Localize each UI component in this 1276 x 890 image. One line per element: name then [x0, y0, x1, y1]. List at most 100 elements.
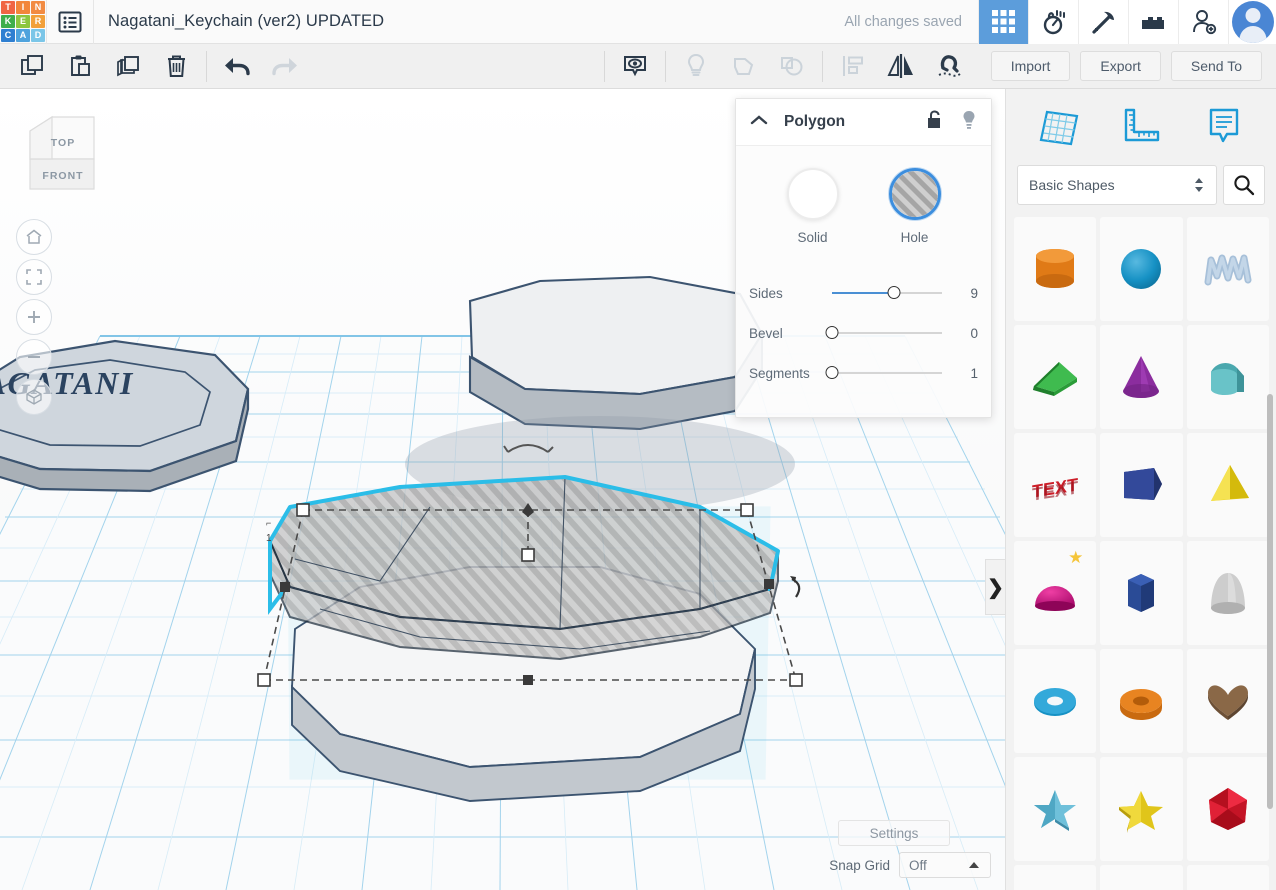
- document-list-icon[interactable]: [47, 0, 93, 44]
- segments-slider-track[interactable]: [832, 372, 942, 374]
- edge-handle: [764, 579, 774, 589]
- toolbar-mid-group: [598, 44, 973, 89]
- visibility-button[interactable]: [611, 44, 659, 89]
- copy-button[interactable]: [8, 44, 56, 89]
- workplane-tool[interactable]: [1028, 99, 1088, 155]
- unlock-icon[interactable]: [927, 110, 943, 134]
- tinkercad-logo[interactable]: T I N K E R C A D: [0, 0, 46, 44]
- upper-polygon-object: [470, 277, 762, 429]
- segments-slider-row: Segments 1: [736, 353, 991, 393]
- align-button: [829, 44, 877, 89]
- perspective-toggle-button[interactable]: [16, 379, 52, 415]
- solid-swatch[interactable]: [787, 168, 839, 220]
- shape-library-grid[interactable]: TEXT TEXT ★: [1006, 217, 1276, 890]
- shape-tile-tube[interactable]: [1100, 649, 1182, 753]
- import-button[interactable]: Import: [991, 51, 1071, 81]
- resize-handle: [297, 504, 309, 516]
- duplicate-button[interactable]: [104, 44, 152, 89]
- shape-tile-roof[interactable]: [1187, 325, 1269, 429]
- shape-tile-star-flat[interactable]: [1100, 757, 1182, 861]
- caret-up-icon: [969, 862, 979, 868]
- panel-collapse-button[interactable]: ❯: [985, 559, 1005, 615]
- user-menu-button[interactable]: [1228, 0, 1276, 44]
- shape-category-select[interactable]: Basic Shapes: [1017, 165, 1217, 205]
- view-cube[interactable]: TOP FRONT: [22, 109, 102, 199]
- sides-slider-knob[interactable]: [887, 286, 900, 299]
- search-button[interactable]: [1223, 165, 1265, 205]
- shape-tile-box-arrow[interactable]: [1100, 433, 1182, 537]
- segments-slider-knob[interactable]: [826, 366, 839, 379]
- sidebar-tools: [1006, 89, 1276, 165]
- logo-letter: D: [31, 29, 45, 42]
- shape-tile-cone[interactable]: [1100, 325, 1182, 429]
- snap-grid-value: Off: [909, 858, 927, 873]
- undo-button[interactable]: [213, 44, 261, 89]
- resize-handle: [790, 674, 802, 686]
- chevron-up-icon[interactable]: [750, 113, 768, 131]
- shape-tile-torus-brown[interactable]: [1014, 865, 1096, 890]
- sides-value[interactable]: 9: [948, 286, 978, 301]
- lightbulb-icon[interactable]: [961, 110, 977, 135]
- hole-swatch[interactable]: [889, 168, 941, 220]
- sides-slider-track[interactable]: [832, 292, 942, 294]
- redo-button: [261, 44, 309, 89]
- avatar[interactable]: [1232, 1, 1274, 43]
- ruler-tool[interactable]: [1111, 99, 1171, 155]
- shape-tile-heart[interactable]: [1187, 649, 1269, 753]
- fit-view-button[interactable]: [16, 259, 52, 295]
- shape-tile-cylinder[interactable]: [1014, 217, 1096, 321]
- delete-button[interactable]: [152, 44, 200, 89]
- toolbar-divider: [604, 51, 605, 82]
- segments-value[interactable]: 1: [948, 366, 978, 381]
- resize-handle: [258, 674, 270, 686]
- document-title[interactable]: Nagatani_Keychain (ver2) UPDATED: [108, 12, 384, 31]
- shape-tile-text[interactable]: TEXT TEXT: [1014, 433, 1096, 537]
- snap-grid-select[interactable]: Off: [899, 852, 991, 878]
- hole-option[interactable]: Hole: [889, 168, 941, 245]
- edit-toolbar: Import Export Send To: [0, 44, 1276, 89]
- invite-button[interactable]: [1178, 0, 1228, 44]
- settings-button[interactable]: Settings: [838, 820, 950, 846]
- sides-label: Sides: [749, 286, 832, 301]
- sidebar-scrollbar[interactable]: [1267, 394, 1273, 809]
- paste-button[interactable]: [56, 44, 104, 89]
- minecraft-button[interactable]: [1078, 0, 1128, 44]
- shape-tile-torus[interactable]: [1014, 649, 1096, 753]
- grid-view-button[interactable]: [978, 0, 1028, 44]
- mirror-button[interactable]: [877, 44, 925, 89]
- shape-tile-sphere[interactable]: [1100, 217, 1182, 321]
- zoom-out-button[interactable]: [16, 339, 52, 375]
- shape-tile-paraboloid[interactable]: [1187, 541, 1269, 645]
- shape-tile-half-sphere[interactable]: ★: [1014, 541, 1096, 645]
- blocks-button[interactable]: [1128, 0, 1178, 44]
- logo-letter: C: [1, 29, 15, 42]
- zoom-in-button[interactable]: [16, 299, 52, 335]
- shape-tile-pyramid[interactable]: [1187, 433, 1269, 537]
- shape-search-row: Basic Shapes: [1006, 165, 1276, 217]
- snap-grid-control: Snap Grid Off: [829, 852, 991, 878]
- edge-handle: [523, 675, 533, 685]
- export-button[interactable]: Export: [1080, 51, 1160, 81]
- bevel-slider-knob[interactable]: [826, 326, 839, 339]
- shape-tile-polyhedron[interactable]: [1187, 757, 1269, 861]
- toolbar-divider: [822, 51, 823, 82]
- home-view-button[interactable]: [16, 219, 52, 255]
- shape-tile-star-3d[interactable]: [1014, 757, 1096, 861]
- properties-panel-header: Polygon: [736, 99, 991, 146]
- codeblocks-button[interactable]: [1028, 0, 1078, 44]
- notes-tool[interactable]: [1194, 99, 1254, 155]
- send-to-button[interactable]: Send To: [1171, 51, 1262, 81]
- shape-category-value: Basic Shapes: [1029, 177, 1115, 193]
- magnet-button[interactable]: [925, 44, 973, 89]
- save-status-text: All changes saved: [844, 14, 978, 30]
- solid-option[interactable]: Solid: [787, 168, 839, 245]
- bevel-slider-track[interactable]: [832, 332, 942, 334]
- shape-tile-teal-round[interactable]: [1187, 865, 1269, 890]
- shape-tile-hex-prism[interactable]: [1100, 541, 1182, 645]
- shape-tile-scribble[interactable]: [1187, 217, 1269, 321]
- shape-tile-wedge[interactable]: [1014, 325, 1096, 429]
- logo-letter: I: [16, 1, 30, 14]
- shape-tile-cylinder-grey[interactable]: [1100, 865, 1182, 890]
- logo-letter: A: [16, 29, 30, 42]
- bevel-value[interactable]: 0: [948, 326, 978, 341]
